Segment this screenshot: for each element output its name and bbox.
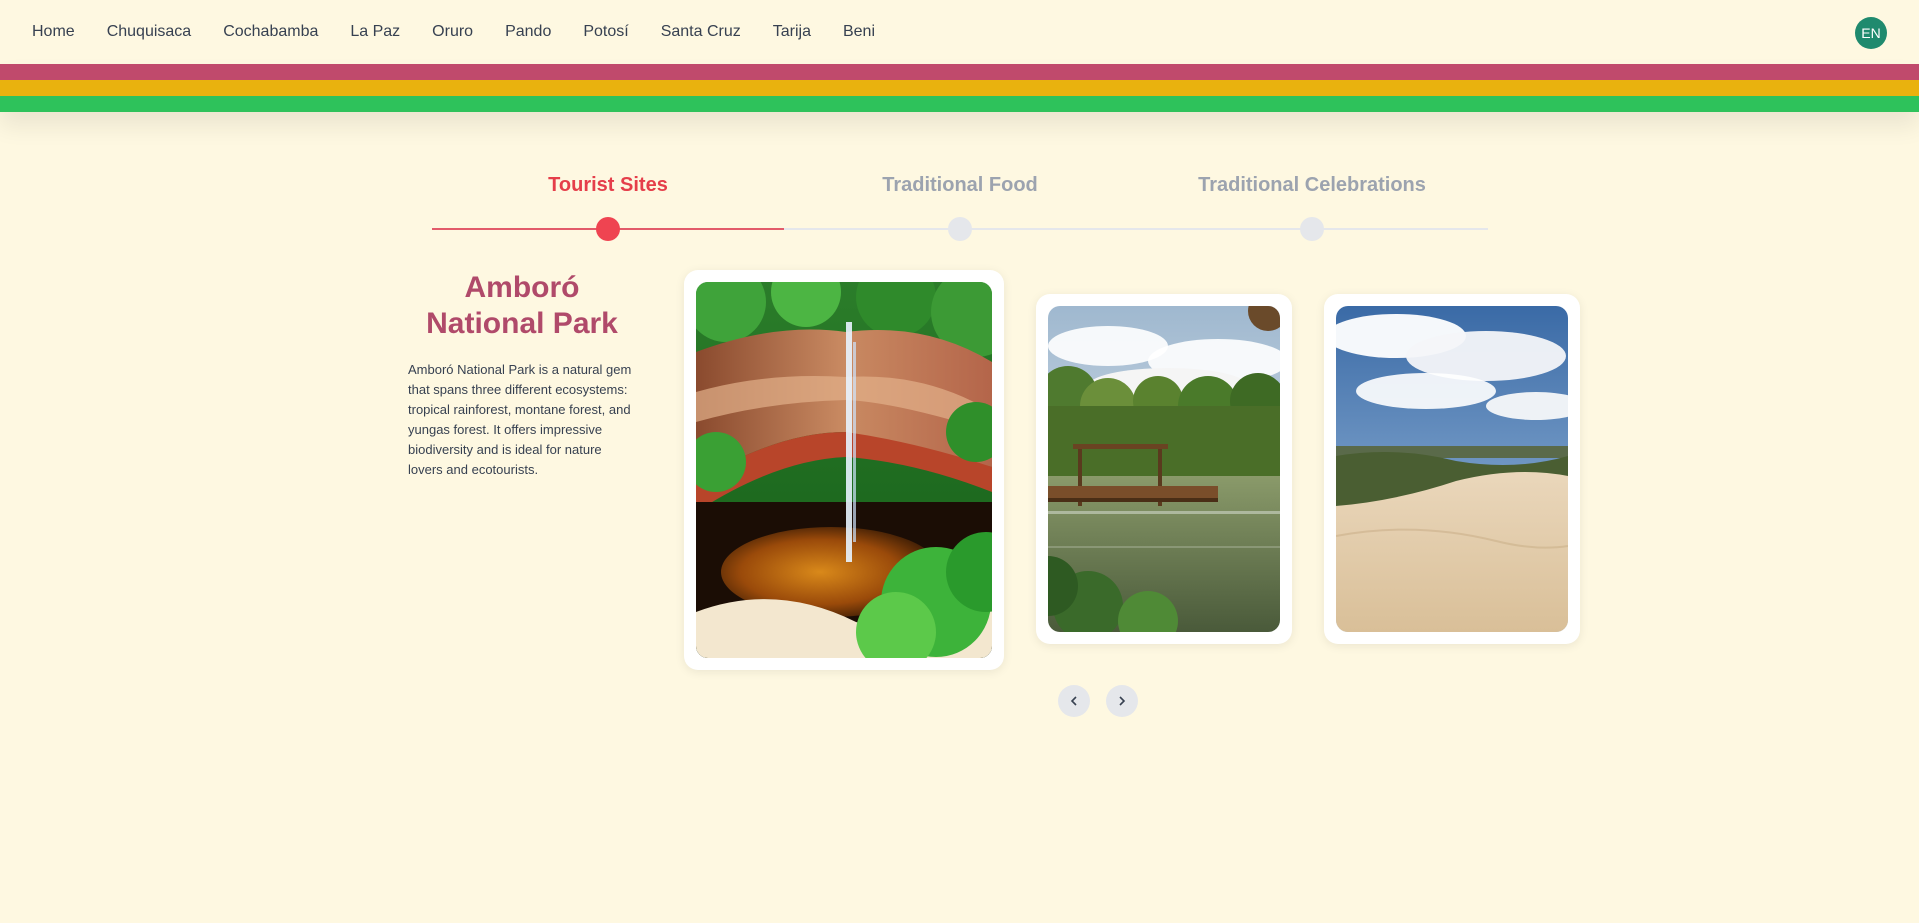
nav-link-pando[interactable]: Pando <box>505 23 551 41</box>
tab-label: Traditional Celebrations <box>1198 174 1426 196</box>
site-description: Amboró National Park is a natural gem th… <box>408 362 632 477</box>
chevron-left-icon <box>1070 696 1077 706</box>
lake-pier-photo <box>1048 306 1280 632</box>
nav-link-potosi[interactable]: Potosí <box>583 23 628 41</box>
tab-traditional-food[interactable]: Traditional Food <box>784 160 1136 241</box>
previous-button[interactable] <box>1058 685 1090 717</box>
flag-stripe-red <box>0 64 1919 80</box>
tab-traditional-celebrations[interactable]: Traditional Celebrations <box>1136 160 1488 241</box>
nav-link-home[interactable]: Home <box>32 23 75 41</box>
category-tabs: Tourist Sites Traditional Food Tradition… <box>432 160 1488 241</box>
site-info: Amboró National Park Amboró National Par… <box>408 270 636 480</box>
tab-label: Tourist Sites <box>548 174 668 196</box>
nav-link-beni[interactable]: Beni <box>843 23 875 41</box>
site-title: Amboró National Park <box>426 271 618 340</box>
next-button[interactable] <box>1106 685 1138 717</box>
nav-link-la-paz[interactable]: La Paz <box>350 23 400 41</box>
flag-stripe-yellow <box>0 80 1919 96</box>
carousel-controls <box>1058 685 1154 717</box>
gallery-card[interactable] <box>1036 294 1292 644</box>
tab-step-dot <box>1300 217 1324 241</box>
nav-link-oruro[interactable]: Oruro <box>432 23 473 41</box>
nav-links: Home Chuquisaca Cochabamba La Paz Oruro … <box>32 23 907 41</box>
sand-dunes-photo <box>1336 306 1568 632</box>
gallery-card[interactable] <box>1324 294 1580 644</box>
chevron-right-icon <box>1119 696 1126 706</box>
nav-link-santa-cruz[interactable]: Santa Cruz <box>661 23 741 41</box>
flag-stripes <box>0 64 1919 112</box>
waterfall-photo <box>696 282 992 658</box>
tab-step-dot <box>948 217 972 241</box>
tab-step-dot <box>596 217 620 241</box>
nav-link-cochabamba[interactable]: Cochabamba <box>223 23 318 41</box>
nav-link-chuquisaca[interactable]: Chuquisaca <box>107 23 192 41</box>
gallery-card-active[interactable] <box>684 270 1004 670</box>
top-navbar: Home Chuquisaca Cochabamba La Paz Oruro … <box>0 0 1919 64</box>
tab-label: Traditional Food <box>882 174 1038 196</box>
tab-tourist-sites[interactable]: Tourist Sites <box>432 160 784 241</box>
language-toggle-button[interactable]: EN <box>1855 17 1887 49</box>
flag-stripe-green <box>0 96 1919 112</box>
nav-link-tarija[interactable]: Tarija <box>773 23 811 41</box>
